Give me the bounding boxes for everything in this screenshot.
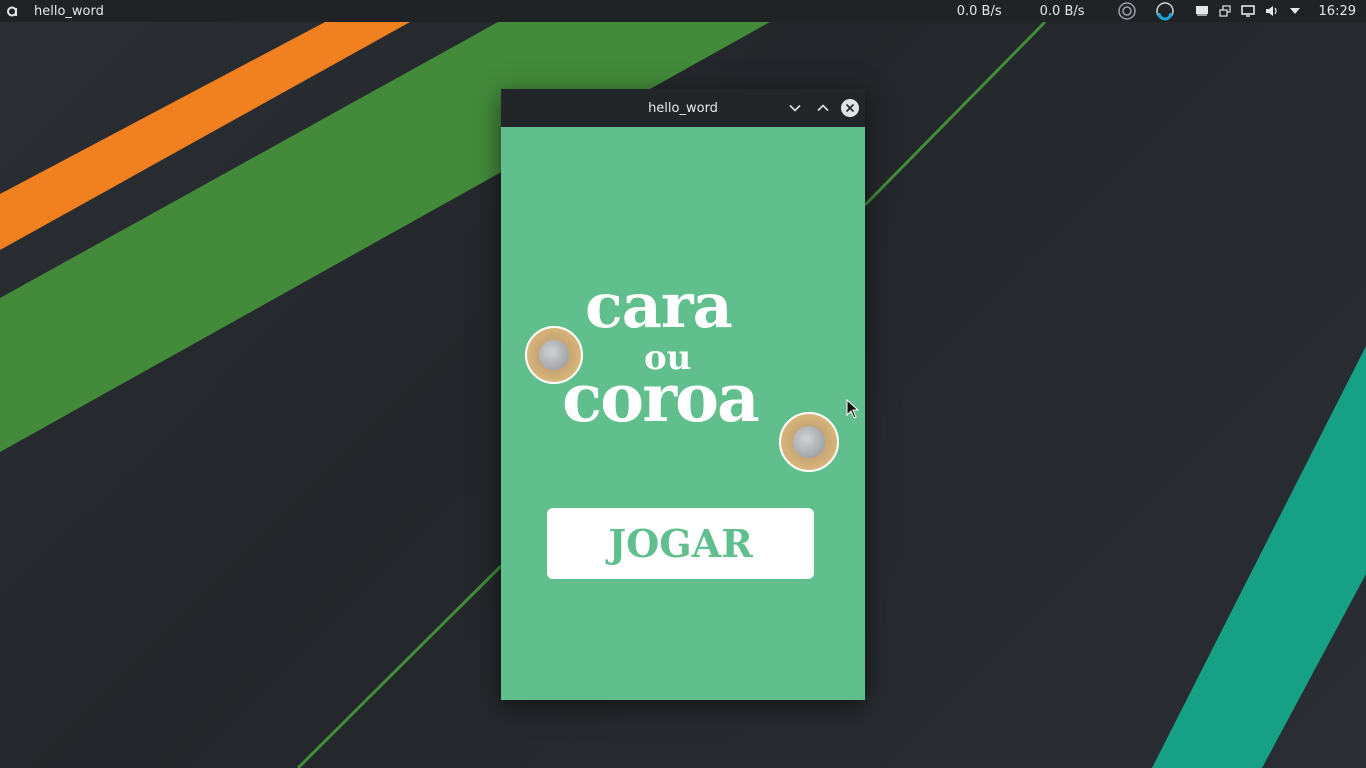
circle-status-icon[interactable]: [1117, 1, 1137, 21]
clock[interactable]: 16:29: [1319, 4, 1356, 19]
cara-ou-coroa-logo: cara ou coroa: [501, 127, 865, 487]
window-titlebar[interactable]: hello_word: [501, 89, 865, 127]
app-launcher-icon[interactable]: [0, 0, 24, 22]
active-window-title[interactable]: hello_word: [34, 4, 104, 19]
desktop: hello_word 0.0 B/s 0.0 B/s 16:29 hello_w…: [0, 0, 1366, 768]
top-panel: hello_word 0.0 B/s 0.0 B/s 16:29: [0, 0, 1366, 22]
logo-word-cara: cara: [585, 269, 733, 342]
net-upload-speed: 0.0 B/s: [1039, 3, 1085, 19]
play-button[interactable]: JOGAR: [547, 508, 814, 579]
net-download-speed: 0.0 B/s: [956, 3, 1002, 19]
window-controls: [785, 98, 859, 118]
screen-icon[interactable]: [1240, 5, 1255, 17]
mouse-cursor-icon: [846, 399, 860, 419]
app-window: hello_word cara ou coroa JOGAR: [501, 89, 865, 700]
app-content: cara ou coroa JOGAR: [501, 127, 865, 700]
volume-icon[interactable]: [1265, 5, 1279, 17]
maximize-icon[interactable]: [813, 98, 833, 118]
dropdown-arrow-icon[interactable]: [1289, 7, 1301, 15]
minimize-icon[interactable]: [785, 98, 805, 118]
display-icon[interactable]: [1195, 5, 1209, 17]
network-icon[interactable]: [1218, 5, 1231, 17]
close-icon[interactable]: [841, 99, 859, 117]
sync-icon[interactable]: [1155, 1, 1175, 21]
coin-tails-icon: [779, 412, 839, 472]
system-tray: [1117, 1, 1301, 21]
logo-word-coroa: coroa: [562, 359, 760, 437]
